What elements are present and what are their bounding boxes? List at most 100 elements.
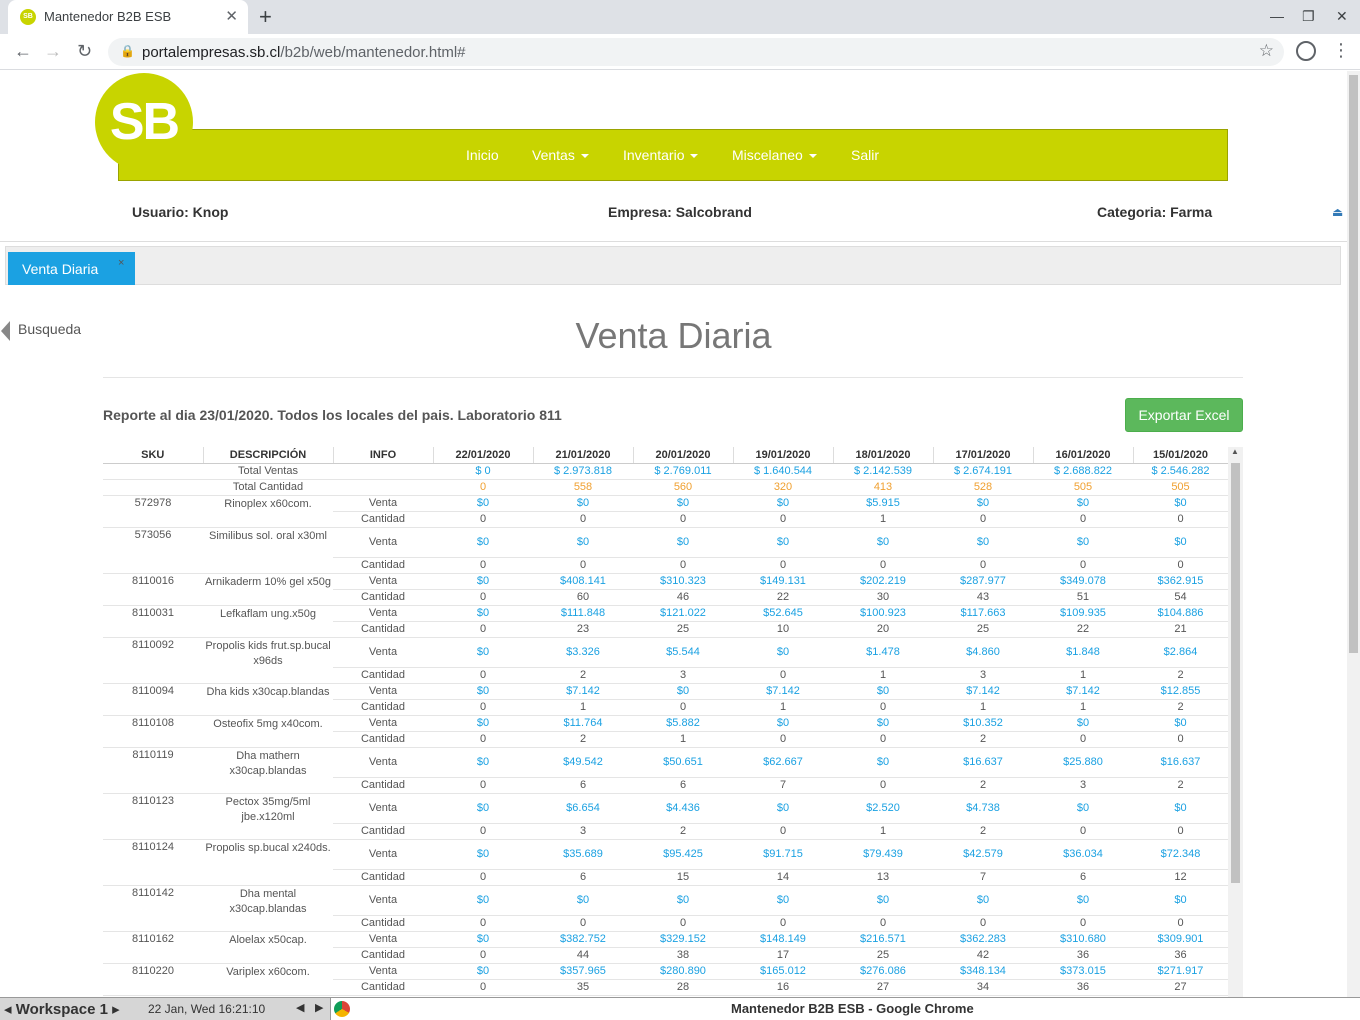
sku-cell: 8110124: [103, 839, 203, 886]
cantidad-cell: 0: [433, 621, 533, 638]
total-value: 528: [933, 479, 1033, 496]
ws-prev-icon[interactable]: ◂: [4, 1001, 16, 1018]
close-tab-icon[interactable]: ✕: [225, 7, 238, 25]
info-cell: Venta: [333, 715, 433, 732]
total-value: $ 2.546.282: [1133, 463, 1228, 480]
collapse-header-icon[interactable]: ⏏: [1332, 205, 1343, 219]
nav-inicio[interactable]: Inicio: [466, 147, 499, 163]
os-taskbar: ◂ Workspace 1 ▸ 22 Jan, Wed 16:21:10 ◀ ▶…: [0, 997, 1360, 1020]
column-header: 22/01/2020: [433, 447, 534, 464]
column-header: 18/01/2020: [833, 447, 934, 464]
info-cell: Venta: [333, 573, 433, 590]
description-cell: Similibus sol. oral x30ml: [203, 527, 333, 574]
info-cell: Cantidad: [333, 869, 433, 886]
bookmark-star-icon[interactable]: ☆: [1259, 41, 1274, 61]
table-row: 8110094 Dha kids x30cap.blandas Venta $0 $7.…: [103, 683, 1228, 716]
restore-icon[interactable]: ❐: [1302, 8, 1315, 25]
address-bar[interactable]: 🔒 portalempresas.sb.cl/b2b/web/mantenedo…: [108, 38, 1284, 66]
sb-logo[interactable]: SB: [95, 73, 193, 171]
cantidad-cell: 0: [1133, 823, 1228, 840]
total-value: 560: [633, 479, 733, 496]
venta-cell: $100.923: [833, 605, 933, 622]
table-scroll-thumb[interactable]: [1231, 463, 1240, 883]
info-cell: Venta: [333, 605, 433, 622]
cantidad-cell: 0: [433, 979, 533, 996]
venta-cell: $382.752: [533, 931, 633, 948]
close-tab-x-icon[interactable]: ×: [118, 257, 124, 269]
new-tab-icon[interactable]: +: [259, 4, 272, 30]
back-icon[interactable]: ←: [14, 41, 32, 62]
nav-inventario[interactable]: Inventario: [623, 147, 699, 163]
venta-cell: $5.882: [633, 715, 733, 732]
venta-cell: $0: [433, 747, 533, 778]
info-cell: Venta: [333, 527, 433, 558]
cantidad-cell: 35: [533, 979, 633, 996]
cantidad-cell: 0: [733, 731, 833, 748]
menu-kebab-icon[interactable]: ⋮: [1332, 40, 1350, 61]
total-label: Total Cantidad: [203, 479, 333, 496]
cantidad-cell: 0: [733, 667, 833, 684]
table-row: 8110108 Osteofix 5mg x40com. Venta $0 $11.76…: [103, 715, 1228, 748]
venta-cell: $121.022: [633, 605, 733, 622]
total-value: 0: [433, 479, 533, 496]
forward-icon[interactable]: →: [44, 41, 62, 62]
cantidad-cell: 0: [833, 557, 933, 574]
venta-cell: $0: [933, 885, 1033, 916]
cantidad-cell: 28: [633, 979, 733, 996]
taskbar-window-button[interactable]: Mantenedor B2B ESB - Google Chrome: [330, 998, 1360, 1020]
venta-cell: $5.544: [633, 637, 733, 668]
usuario-label: Usuario: Knop: [132, 204, 229, 220]
cantidad-cell: 0: [1133, 511, 1228, 528]
profile-icon[interactable]: [1296, 41, 1316, 61]
browser-tab[interactable]: SB Mantenedor B2B ESB ✕: [8, 0, 248, 34]
cantidad-cell: 0: [633, 915, 733, 932]
minimize-icon[interactable]: —: [1270, 8, 1284, 24]
sku-cell: 8110108: [103, 715, 203, 748]
venta-cell: $0: [633, 495, 733, 512]
venta-cell: $149.131: [733, 573, 833, 590]
reload-icon[interactable]: ↻: [77, 41, 92, 62]
venta-cell: $309.901: [1133, 931, 1228, 948]
scroll-up-icon[interactable]: ▲: [1231, 447, 1239, 456]
tab-venta-diaria[interactable]: Venta Diaria: [8, 252, 135, 285]
cantidad-cell: 0: [1033, 511, 1133, 528]
workspace-switcher[interactable]: ◂ Workspace 1 ▸: [4, 1000, 120, 1018]
sku-cell: 8110162: [103, 931, 203, 964]
nav-miscelaneo[interactable]: Miscelaneo: [732, 147, 817, 163]
info-cell: Cantidad: [333, 557, 433, 574]
venta-cell: $362.283: [933, 931, 1033, 948]
venta-cell: $0: [633, 885, 733, 916]
venta-cell: $50.651: [633, 747, 733, 778]
close-window-icon[interactable]: ✕: [1336, 8, 1348, 25]
cantidad-cell: 0: [933, 511, 1033, 528]
cantidad-cell: 0: [433, 869, 533, 886]
total-value: $ 2.688.822: [1033, 463, 1133, 480]
nav-salir[interactable]: Salir: [851, 147, 879, 163]
cantidad-cell: 7: [733, 777, 833, 794]
venta-cell: $91.715: [733, 839, 833, 870]
cantidad-cell: 60: [533, 589, 633, 606]
venta-cell: $7.142: [533, 683, 633, 700]
table-row: 8110031 Lefkaflam ung.x50g Venta $0 $111.848…: [103, 605, 1228, 638]
cantidad-cell: 27: [1133, 979, 1228, 996]
table-row: 573056 Similibus sol. oral x30ml Venta $0 $0…: [103, 527, 1228, 574]
venta-cell: $349.078: [1033, 573, 1133, 590]
venta-cell: $0: [733, 527, 833, 558]
ws-next-icon[interactable]: ▸: [108, 1001, 120, 1018]
prev-window-icon[interactable]: ◀: [296, 1001, 304, 1014]
next-window-icon[interactable]: ▶: [315, 1001, 323, 1014]
nav-ventas[interactable]: Ventas: [532, 147, 589, 163]
cantidad-cell: 25: [833, 947, 933, 964]
cantidad-cell: 20: [833, 621, 933, 638]
cantidad-cell: 17: [733, 947, 833, 964]
venta-cell: $0: [433, 683, 533, 700]
browser-toolbar: ← → ↻ 🔒 portalempresas.sb.cl/b2b/web/man…: [0, 34, 1360, 70]
column-header: SKU: [103, 447, 204, 464]
page-scrollbar[interactable]: [1347, 71, 1360, 997]
page-scroll-thumb[interactable]: [1349, 75, 1358, 653]
table-scrollbar[interactable]: ▲: [1228, 447, 1243, 997]
info-cell: Cantidad: [333, 731, 433, 748]
cantidad-cell: 54: [1133, 589, 1228, 606]
venta-cell: $0: [1133, 793, 1228, 824]
export-excel-button[interactable]: Exportar Excel: [1125, 398, 1243, 432]
